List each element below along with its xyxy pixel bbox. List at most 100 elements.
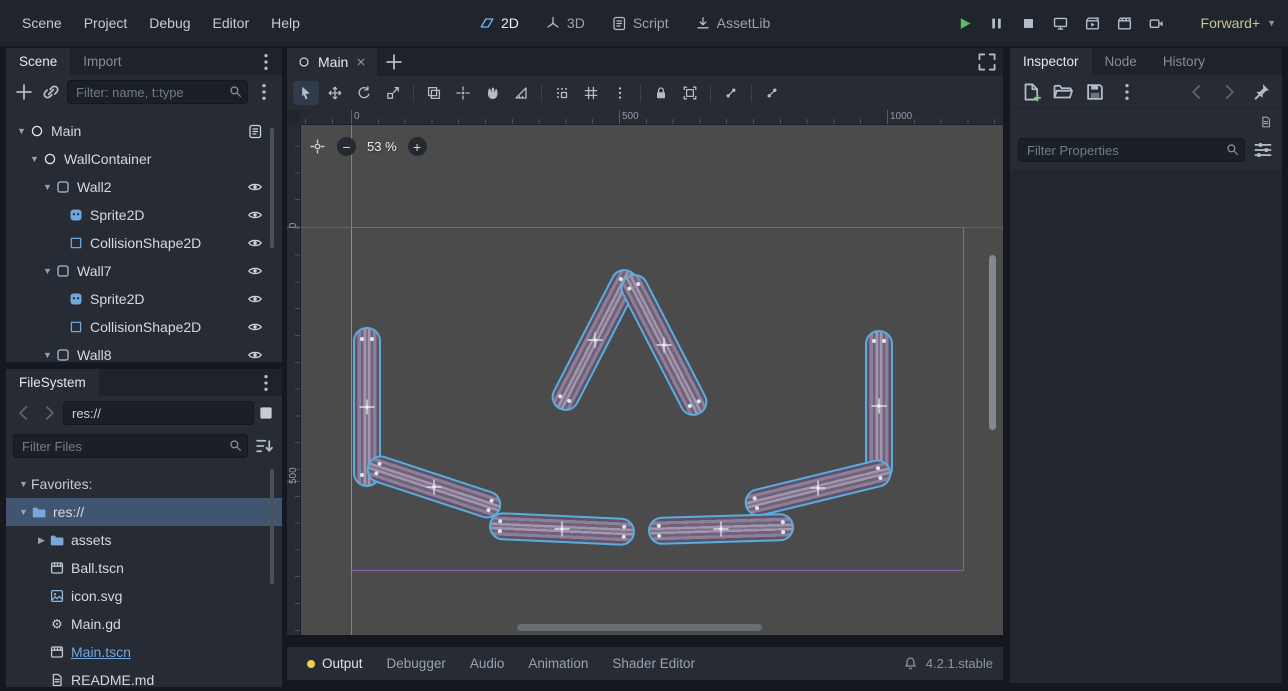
- remote-debug-button[interactable]: [1052, 15, 1069, 32]
- collapse-arrow-icon[interactable]: ▼: [40, 350, 55, 360]
- bone-options-menu[interactable]: [759, 81, 785, 105]
- scene-dock-tab-scene[interactable]: Scene: [6, 48, 70, 75]
- file-main-tscn[interactable]: Main.tscn: [6, 638, 282, 666]
- renderer-dropdown[interactable]: Forward+ ▼: [1201, 0, 1276, 46]
- play-button[interactable]: [956, 15, 973, 32]
- stop-button[interactable]: [1020, 15, 1037, 32]
- distraction-free-icon[interactable]: [976, 51, 998, 73]
- pin-object-icon[interactable]: [1250, 81, 1272, 103]
- scene-node-main[interactable]: ▼ Main: [6, 117, 282, 145]
- history-back-icon[interactable]: [1186, 81, 1208, 103]
- file-main-gd[interactable]: ⚙Main.gd: [6, 610, 282, 638]
- visibility-eye-icon[interactable]: [247, 263, 263, 279]
- filesystem-tab[interactable]: FileSystem: [6, 369, 99, 396]
- visibility-eye-icon[interactable]: [247, 179, 263, 195]
- bottom-tab-shader-editor[interactable]: Shader Editor: [602, 652, 705, 675]
- scene-node-sprite2d[interactable]: Sprite2D: [6, 285, 282, 313]
- editor-tab-script[interactable]: Script: [604, 11, 676, 35]
- toggle-split-mode-icon[interactable]: [257, 404, 275, 422]
- ruler-tool[interactable]: [508, 81, 534, 105]
- instance-scene-button[interactable]: [40, 81, 62, 103]
- add-node-button[interactable]: [13, 81, 35, 103]
- visibility-eye-icon[interactable]: [247, 347, 263, 362]
- edit-pivot-tool[interactable]: [450, 81, 476, 105]
- pause-button[interactable]: [988, 15, 1005, 32]
- menu-project[interactable]: Project: [74, 12, 138, 34]
- file-filter-input[interactable]: [13, 434, 248, 458]
- scene-tab-main[interactable]: Main: [287, 48, 377, 76]
- bottom-tab-debugger[interactable]: Debugger: [377, 652, 456, 675]
- zoom-percentage[interactable]: 53 %: [367, 139, 397, 154]
- menu-help[interactable]: Help: [261, 12, 310, 34]
- sort-files-icon[interactable]: [253, 435, 275, 457]
- visibility-eye-icon[interactable]: [247, 207, 263, 223]
- visibility-eye-icon[interactable]: [247, 235, 263, 251]
- collapse-arrow-icon[interactable]: ▼: [16, 507, 31, 517]
- scene-node-wall8[interactable]: ▼ Wall8: [6, 341, 282, 362]
- open-docs-icon[interactable]: [1259, 115, 1273, 129]
- scene-tree-options-icon[interactable]: [253, 81, 275, 103]
- bottom-tab-audio[interactable]: Audio: [460, 652, 515, 675]
- collapse-arrow-icon[interactable]: ▼: [40, 266, 55, 276]
- file-tree-scrollbar[interactable]: [270, 469, 274, 584]
- menu-editor[interactable]: Editor: [203, 12, 260, 34]
- play-custom-scene-button[interactable]: [1116, 15, 1133, 32]
- view-menu-button[interactable]: [794, 90, 814, 96]
- file-readme-md[interactable]: README.md: [6, 666, 282, 687]
- nav-forward-icon[interactable]: [38, 402, 60, 424]
- collapse-arrow-icon[interactable]: ▼: [40, 182, 55, 192]
- play-scene-button[interactable]: [1084, 15, 1101, 32]
- file-assets[interactable]: ▶assets: [6, 526, 282, 554]
- horizontal-scrollbar[interactable]: [517, 624, 762, 631]
- load-resource-button[interactable]: [1052, 81, 1074, 103]
- file-favorites[interactable]: ▼Favorites:: [6, 470, 282, 498]
- zoom-out-button[interactable]: −: [337, 137, 356, 156]
- resource-options-icon[interactable]: [1116, 81, 1138, 103]
- new-resource-button[interactable]: [1020, 81, 1042, 103]
- smart-snap-toggle[interactable]: [549, 81, 575, 105]
- group-selected-button[interactable]: [677, 81, 703, 105]
- scene-filter-input[interactable]: [67, 80, 248, 104]
- list-select-tool[interactable]: [421, 81, 447, 105]
- vertical-scrollbar[interactable]: [989, 255, 996, 430]
- movie-maker-button[interactable]: [1148, 15, 1165, 32]
- collapse-arrow-icon[interactable]: ▼: [27, 154, 42, 164]
- bottom-tab-output[interactable]: Output: [297, 652, 373, 675]
- expand-arrow-icon[interactable]: ▶: [34, 535, 49, 546]
- file-ball-tscn[interactable]: Ball.tscn: [6, 554, 282, 582]
- visibility-eye-icon[interactable]: [247, 319, 263, 335]
- editor-tab-3d[interactable]: 3D: [538, 11, 592, 35]
- scene-dock-menu-icon[interactable]: [255, 51, 277, 73]
- lock-selected-button[interactable]: [648, 81, 674, 105]
- move-tool[interactable]: [322, 81, 348, 105]
- visibility-eye-icon[interactable]: [247, 291, 263, 307]
- zoom-in-button[interactable]: +: [408, 137, 427, 156]
- bottom-tab-animation[interactable]: Animation: [518, 652, 598, 675]
- scale-tool[interactable]: [380, 81, 406, 105]
- grid-snap-toggle[interactable]: [578, 81, 604, 105]
- snap-options-menu[interactable]: [607, 81, 633, 105]
- new-scene-tab-button[interactable]: [383, 51, 405, 73]
- collapse-arrow-icon[interactable]: ▼: [14, 126, 29, 136]
- scene-node-wall2[interactable]: ▼ Wall2: [6, 173, 282, 201]
- filesystem-dock-menu-icon[interactable]: [255, 372, 277, 394]
- filter-options-icon[interactable]: [1252, 139, 1274, 161]
- notification-bell-icon[interactable]: [903, 656, 918, 671]
- script-icon[interactable]: [247, 123, 263, 139]
- menu-debug[interactable]: Debug: [139, 12, 200, 34]
- close-icon[interactable]: [355, 56, 367, 68]
- rotate-tool[interactable]: [351, 81, 377, 105]
- save-resource-button[interactable]: [1084, 81, 1106, 103]
- menu-scene[interactable]: Scene: [12, 12, 72, 34]
- scene-node-wall7[interactable]: ▼ Wall7: [6, 257, 282, 285]
- history-forward-icon[interactable]: [1218, 81, 1240, 103]
- scene-tree-scrollbar[interactable]: [270, 128, 274, 248]
- editor-tab-assetlib[interactable]: AssetLib: [688, 11, 778, 35]
- select-tool[interactable]: [293, 81, 319, 105]
- collapse-arrow-icon[interactable]: ▼: [16, 479, 31, 489]
- 2d-viewport-canvas[interactable]: 05001000 0500 − 53 % +: [287, 110, 1003, 635]
- nav-back-icon[interactable]: [13, 402, 35, 424]
- editor-tab-2d[interactable]: 2D: [472, 11, 526, 35]
- skeleton-menu[interactable]: [718, 81, 744, 105]
- file-icon-svg[interactable]: icon.svg: [6, 582, 282, 610]
